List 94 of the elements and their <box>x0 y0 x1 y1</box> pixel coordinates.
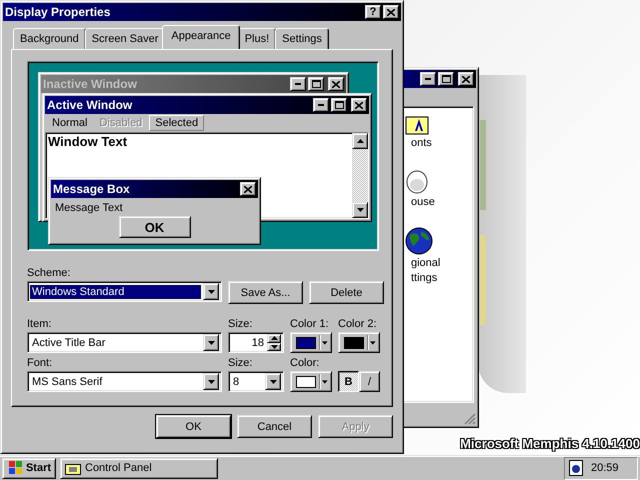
icon-label: ttings <box>410 272 438 285</box>
window-title: Inactive Window <box>43 77 138 91</box>
bold-button[interactable]: B <box>338 371 359 392</box>
folder-icon <box>65 462 81 474</box>
dropdown-button[interactable] <box>203 334 219 351</box>
down-arrow-icon <box>356 208 364 212</box>
dialog-button[interactable]: OK <box>156 415 231 438</box>
close-button[interactable] <box>351 98 367 112</box>
field-label: Color 2: <box>338 318 378 332</box>
minimize-button[interactable] <box>313 98 329 112</box>
resize-grip-icon[interactable] <box>464 413 476 425</box>
help-button[interactable]: ? <box>365 5 381 19</box>
tab[interactable]: Plus! <box>238 28 276 49</box>
control-panel-icon-item[interactable]: gional ttings <box>405 227 473 285</box>
clock: 20:59 <box>591 462 619 474</box>
scheme-button[interactable]: Delete <box>309 281 384 304</box>
size-spinner[interactable]: 18 <box>228 332 284 353</box>
dropdown-button[interactable] <box>265 373 281 390</box>
icon-label: ouse <box>410 196 435 209</box>
minimize-icon <box>318 104 324 106</box>
taskbar-button[interactable]: Control Panel <box>60 458 218 478</box>
start-button[interactable]: Start <box>2 458 56 478</box>
close-button[interactable] <box>383 5 399 19</box>
icon-label: gional <box>410 257 440 270</box>
color-picker-button[interactable] <box>338 332 380 353</box>
down-arrow-icon <box>270 344 278 349</box>
caret-icon <box>208 290 214 294</box>
minimize-icon <box>295 83 301 85</box>
caret-icon <box>322 380 328 384</box>
font-size-dropdown[interactable]: 8 <box>228 371 284 392</box>
field-label: Item: <box>27 318 52 332</box>
item-dropdown[interactable]: Active Title Bar <box>27 332 222 353</box>
dropdown-button[interactable] <box>203 283 219 300</box>
field-label: Color: <box>290 357 320 371</box>
maximize-icon <box>334 101 344 109</box>
menu-item[interactable]: Selected <box>149 115 204 131</box>
field-label: Scheme: <box>27 267 72 281</box>
field-label: Size: <box>228 357 254 371</box>
caret-icon <box>370 340 376 344</box>
color-picker-button[interactable] <box>290 371 332 392</box>
caret-icon <box>208 340 214 344</box>
globe-icon <box>405 227 433 255</box>
close-button[interactable] <box>240 182 256 196</box>
caret-icon <box>322 340 328 344</box>
tab[interactable]: Appearance <box>162 25 240 49</box>
font-dropdown[interactable]: MS Sans Serif <box>27 371 222 392</box>
scheme-dropdown[interactable]: Windows Standard <box>27 281 222 302</box>
spin-up-button[interactable] <box>267 334 281 342</box>
window-title: Message Box <box>53 182 131 196</box>
ok-button[interactable]: OK <box>118 216 190 238</box>
close-button[interactable] <box>328 77 344 91</box>
close-icon <box>462 76 470 82</box>
tab[interactable]: Settings <box>275 28 329 49</box>
field-label: Font: <box>27 357 54 371</box>
close-icon <box>244 186 252 192</box>
dialog-button[interactable]: Cancel <box>237 415 312 438</box>
window-text: Window Text <box>47 133 128 150</box>
up-arrow-icon <box>356 139 364 143</box>
maximize-icon <box>312 80 320 88</box>
window-title: Active Window <box>47 98 134 112</box>
control-panel-icon-item[interactable]: onts <box>405 113 473 150</box>
minimize-icon <box>425 78 431 80</box>
message-text: Message Text <box>54 201 124 216</box>
scroll-down-button[interactable] <box>352 202 368 218</box>
maximize-button[interactable] <box>331 98 347 112</box>
windows-logo-icon <box>6 461 23 475</box>
close-icon <box>387 8 395 16</box>
tab[interactable]: Background <box>13 28 86 49</box>
scroll-up-button[interactable] <box>352 133 368 149</box>
window-title: Display Properties <box>5 5 112 19</box>
dropdown-button[interactable] <box>203 373 219 390</box>
close-icon <box>332 80 340 88</box>
build-version-text: Microsoft Memphis 4.10.1400 <box>460 436 640 451</box>
mouse-icon <box>405 168 429 194</box>
tray-icon[interactable] <box>569 460 583 476</box>
maximize-button[interactable] <box>308 77 324 91</box>
maximize-icon <box>442 75 450 83</box>
field-label: Color 1: <box>290 318 330 332</box>
up-arrow-icon <box>270 336 278 340</box>
menu-item[interactable]: Normal <box>47 116 92 130</box>
close-icon <box>355 102 363 108</box>
icon-label: onts <box>410 137 432 150</box>
color-picker-button[interactable] <box>290 332 332 353</box>
scrollbar[interactable] <box>352 133 368 218</box>
scheme-button[interactable]: Save As... <box>228 281 303 304</box>
caret-icon <box>208 380 214 384</box>
minimize-button[interactable] <box>420 72 436 86</box>
minimize-button[interactable] <box>290 77 306 91</box>
close-button[interactable] <box>458 72 474 86</box>
maximize-button[interactable] <box>438 72 454 86</box>
caret-icon <box>270 380 276 384</box>
italic-button[interactable]: / <box>359 371 380 392</box>
field-label: Size: <box>228 318 254 332</box>
control-panel-icon-item[interactable]: ouse <box>405 168 473 209</box>
